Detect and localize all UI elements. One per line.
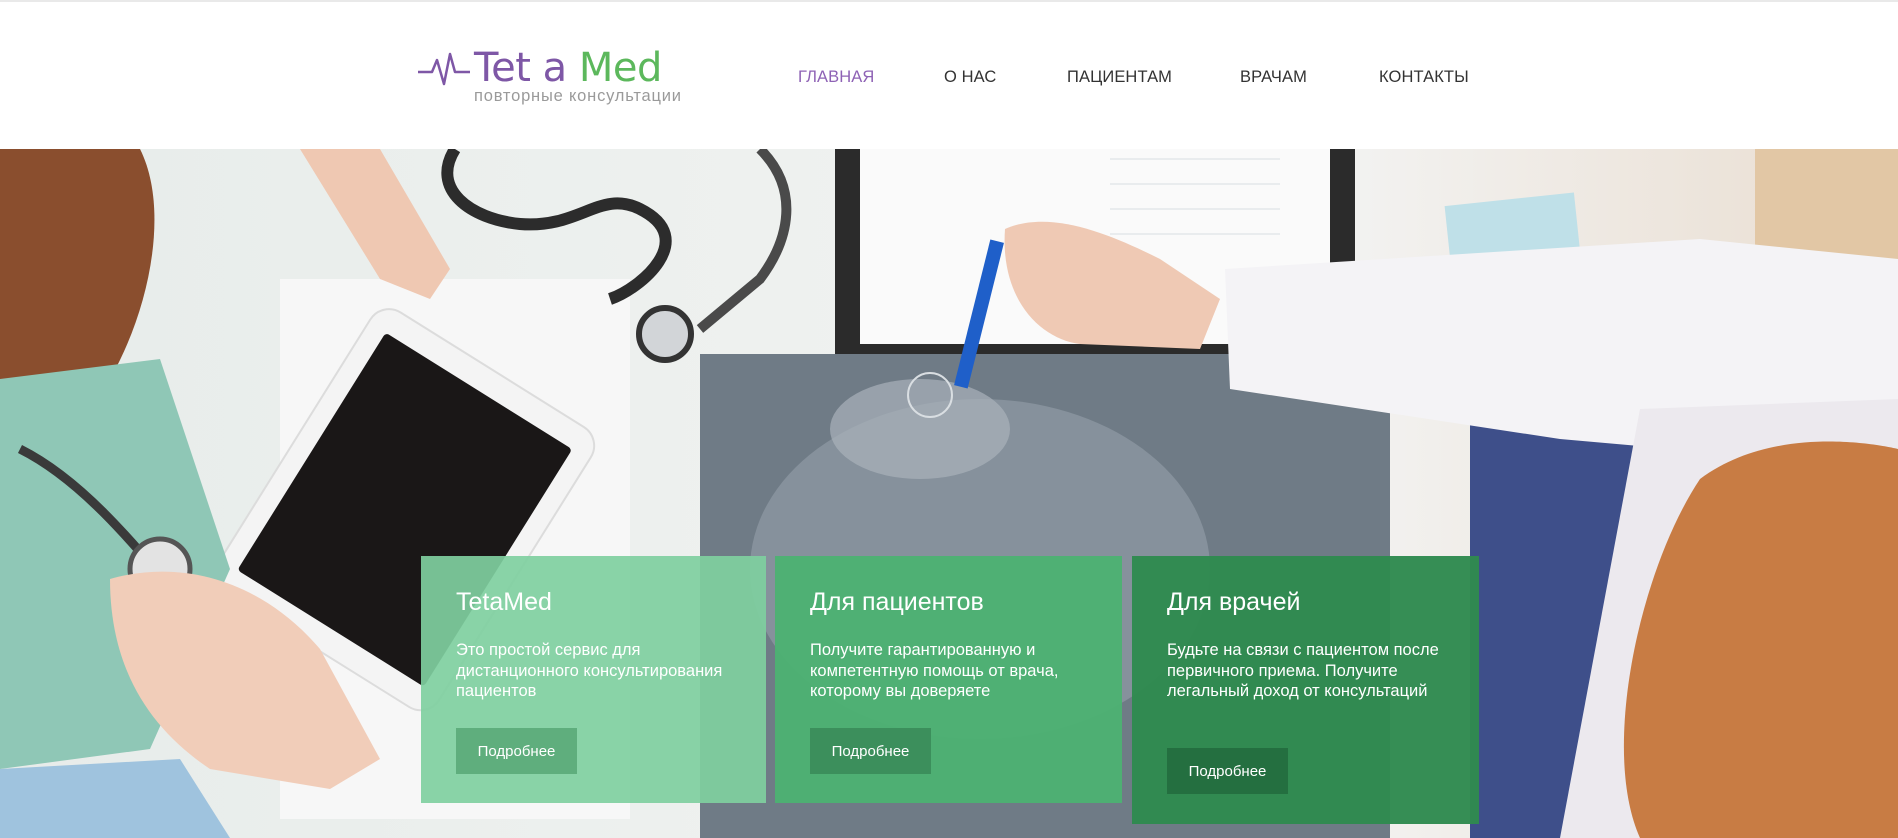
nav-item-doctors[interactable]: ВРАЧАМ bbox=[1240, 68, 1307, 87]
main-nav: ГЛАВНАЯ О НАС ПАЦИЕНТАМ ВРАЧАМ КОНТАКТЫ bbox=[0, 68, 1898, 88]
hero-banner: TetaMed Это простой сервис для дистанцио… bbox=[0, 149, 1898, 838]
nav-item-home[interactable]: ГЛАВНАЯ bbox=[798, 68, 874, 87]
card-text: Получите гарантированную и компетентную … bbox=[810, 641, 1059, 700]
card-patients: Для пациентов Получите гарантированную и… bbox=[775, 556, 1122, 803]
card-title: TetaMed bbox=[456, 588, 552, 616]
card-title: Для врачей bbox=[1167, 588, 1301, 616]
card-doctors: Для врачей Будьте на связи с пациентом п… bbox=[1132, 556, 1479, 824]
card-title: Для пациентов bbox=[810, 588, 984, 616]
more-button[interactable]: Подробнее bbox=[810, 728, 931, 774]
more-button[interactable]: Подробнее bbox=[456, 728, 577, 774]
card-text: Это простой сервис для дистанционного ко… bbox=[456, 641, 723, 700]
more-button[interactable]: Подробнее bbox=[1167, 748, 1288, 794]
site-header: Tet a Med повторные консультации ГЛАВНАЯ… bbox=[0, 0, 1898, 149]
logo-subtitle: повторные консультации bbox=[474, 87, 682, 105]
nav-item-about[interactable]: О НАС bbox=[944, 68, 996, 87]
card-text: Будьте на связи с пациентом после первич… bbox=[1167, 641, 1439, 700]
card-tetamed: TetaMed Это простой сервис для дистанцио… bbox=[421, 556, 766, 803]
nav-item-patients[interactable]: ПАЦИЕНТАМ bbox=[1067, 68, 1172, 87]
nav-item-contacts[interactable]: КОНТАКТЫ bbox=[1379, 68, 1469, 87]
